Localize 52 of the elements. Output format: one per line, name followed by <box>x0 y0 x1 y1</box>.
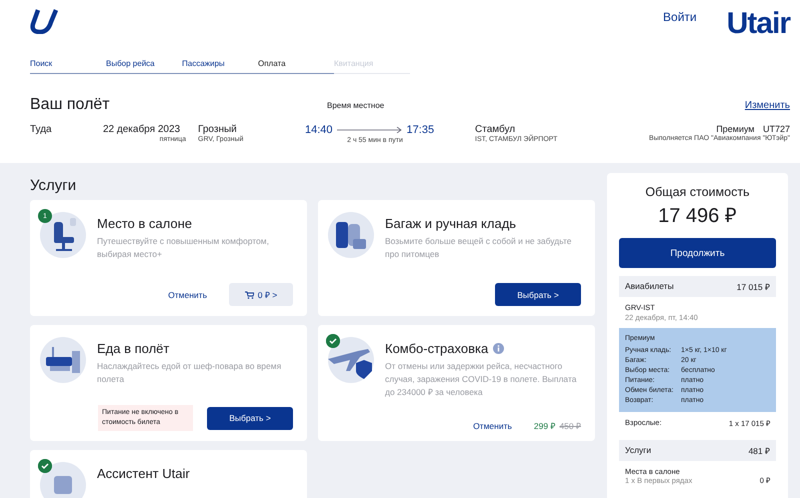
flight-number: UT727 <box>762 124 790 134</box>
change-link[interactable]: Изменить <box>744 100 790 110</box>
section-title: Услуги <box>30 176 78 196</box>
brand-logo: Utair <box>726 8 790 40</box>
seat-icon <box>40 212 86 258</box>
card-description: Наслаждайтесь едой от шеф-повара во время полета <box>97 360 282 386</box>
cart-icon <box>244 290 254 298</box>
arrival-time: 17:35 <box>406 124 434 136</box>
card-description: Путешествуйте с повышенным комфортом, выбирая место+ <box>97 235 270 261</box>
baggage-icon <box>328 212 374 258</box>
direction-label: Туда <box>30 124 53 137</box>
cancel-link[interactable]: Отменить <box>168 290 207 300</box>
card-title: Ассистент Utair <box>97 466 190 481</box>
summary-title: Общая стоимость <box>644 185 751 199</box>
card-description: Возьмите больше вещей с собой и не забудьте про питомцев <box>385 235 572 261</box>
card-description: От отмены или задержки рейса, несчастного случая, заражения COVID-19 в полете. Выплата до 234000 ₽ за человека <box>385 360 578 399</box>
continue-button[interactable]: Продолжить <box>619 238 776 268</box>
total-price: 17 496 ₽ <box>657 204 738 228</box>
insurance-icon <box>328 337 374 383</box>
section-label: Услуги <box>625 445 652 456</box>
section-amount: 17 015 ₽ <box>736 281 770 292</box>
progress-step: Пассажиры <box>182 56 258 74</box>
section-amount: 481 ₽ <box>748 445 770 456</box>
price: 299 ₽ <box>534 420 556 431</box>
food-icon <box>40 337 86 383</box>
logo-icon <box>30 8 58 34</box>
cart-button[interactable]: 0 ₽ > <box>229 283 293 306</box>
card-title: Комбо-страховка <box>385 341 488 356</box>
departure-time: 14:40 <box>305 124 333 136</box>
progress-step: Квитанция <box>334 56 410 74</box>
cancel-link[interactable]: Отменить <box>473 420 512 430</box>
check-icon <box>326 334 340 348</box>
card-title: Место в салоне <box>97 216 192 231</box>
login-link[interactable]: Войти <box>663 10 697 24</box>
select-button[interactable]: Выбрать > <box>495 283 581 306</box>
card-title: Багаж и ручная кладь <box>385 216 516 231</box>
fare-name: Премиум <box>716 124 754 134</box>
info-icon[interactable] <box>493 343 504 354</box>
card-title: Еда в полёт <box>97 341 170 356</box>
departure-city: Грозный <box>198 124 237 135</box>
check-icon <box>38 459 52 473</box>
arrival-city: Стамбул <box>475 124 516 135</box>
progress-step: Поиск <box>30 56 106 74</box>
select-button[interactable]: Выбрать > <box>207 406 293 430</box>
progress-step: Оплата <box>258 56 334 74</box>
section-title: Ваш полёт <box>30 96 111 114</box>
time-note: Время местное <box>327 100 386 110</box>
flight-date: 22 декабря 2023 <box>103 124 180 135</box>
section-label: Авиабилеты <box>625 281 674 292</box>
old-price: 450 ₽ <box>559 420 581 431</box>
progress-step: Выбор рейса <box>106 56 182 74</box>
arrow-icon <box>336 127 403 133</box>
